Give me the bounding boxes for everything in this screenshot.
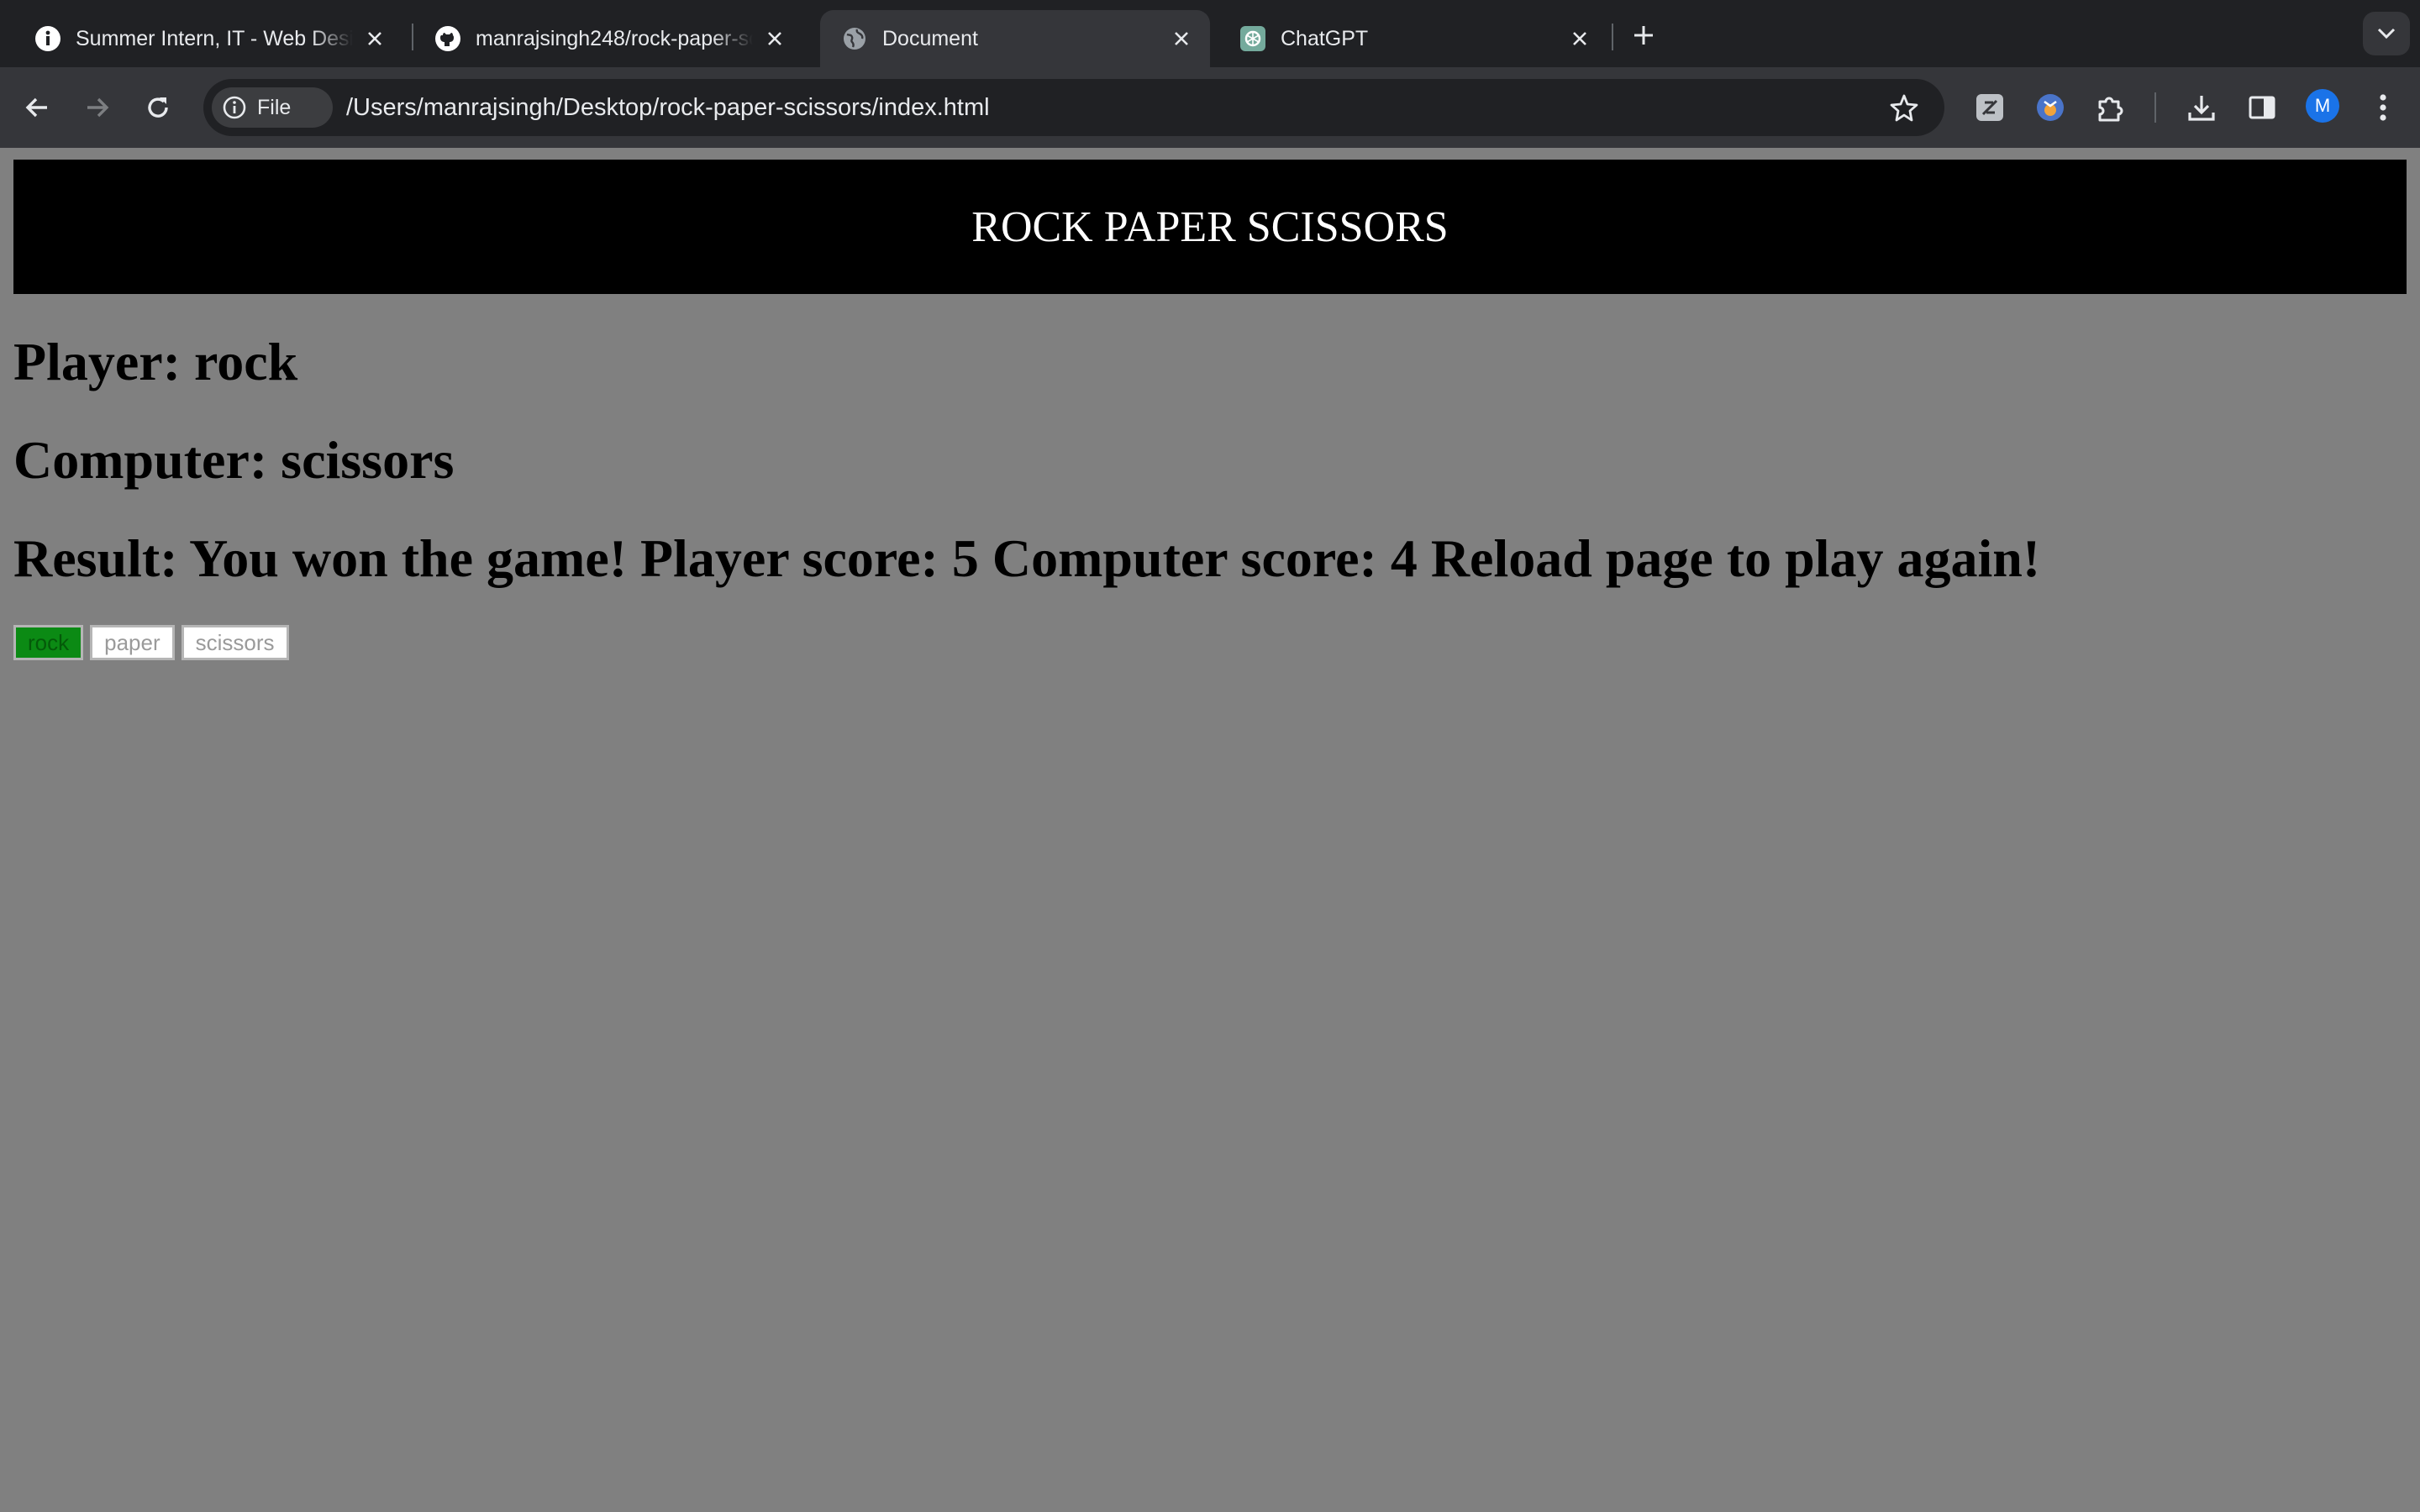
extensions-menu-button[interactable]	[2091, 87, 2131, 128]
plus-icon	[1634, 26, 1653, 45]
reload-icon	[148, 97, 168, 118]
close-tab-icon[interactable]	[1566, 25, 1593, 52]
extension-slash-icon	[1976, 94, 2003, 121]
url-text[interactable]: /Users/manrajsingh/Desktop/rock-paper-sc…	[346, 79, 990, 136]
arrow-left-icon	[25, 97, 47, 118]
tab-document[interactable]: Document	[820, 10, 1210, 67]
tab-search-button[interactable]	[2363, 12, 2410, 55]
choice-buttons: rock paper scissors	[13, 625, 289, 660]
close-tab-icon[interactable]	[761, 25, 788, 52]
close-tab-icon[interactable]	[361, 25, 388, 52]
puzzle-icon	[2098, 97, 2123, 122]
tab-github-repo[interactable]: manrajsingh248/rock-paper-scissors	[413, 10, 803, 67]
paper-button[interactable]: paper	[90, 625, 175, 660]
extension-button[interactable]	[1970, 87, 2010, 128]
computer-choice-text: Computer: scissors	[13, 430, 455, 490]
tab-chatgpt[interactable]: ChatGPT	[1218, 10, 1608, 67]
tab-strip: Summer Intern, IT - Web Design manrajsin…	[0, 0, 2420, 67]
github-icon	[434, 24, 462, 53]
star-icon	[1890, 94, 1918, 122]
close-tab-icon[interactable]	[1168, 25, 1195, 52]
browser-toolbar: File /Users/manrajsingh/Desktop/rock-pap…	[0, 67, 2420, 148]
chatgpt-icon	[1239, 24, 1267, 53]
site-info-chip[interactable]: File	[212, 87, 333, 128]
page-title: ROCK PAPER SCISSORS	[971, 202, 1449, 251]
info-outline-icon	[223, 96, 246, 119]
globe-icon	[840, 24, 869, 53]
back-button[interactable]	[15, 86, 59, 129]
browser-menu-button[interactable]	[2363, 87, 2403, 128]
side-panel-button[interactable]	[2242, 87, 2282, 128]
bookmark-button[interactable]	[1887, 91, 1921, 124]
arrow-right-icon	[87, 97, 109, 118]
address-bar[interactable]: File /Users/manrajsingh/Desktop/rock-pap…	[203, 79, 1944, 136]
tab-title: Document	[882, 26, 978, 50]
new-tab-button[interactable]	[1627, 18, 1660, 52]
extension-button[interactable]	[2030, 87, 2070, 128]
info-icon	[34, 24, 62, 53]
forward-button[interactable]	[76, 86, 119, 129]
tab-title: Summer Intern, IT - Web Design	[76, 26, 353, 50]
result-text: Result: You won the game! Player score: …	[13, 528, 2041, 588]
profile-avatar[interactable]: M	[2306, 89, 2339, 123]
download-icon	[2188, 96, 2215, 121]
site-info-label: File	[257, 95, 292, 119]
page-header: ROCK PAPER SCISSORS	[13, 160, 2407, 294]
kebab-menu-icon	[2380, 94, 2386, 121]
player-choice-text: Player: rock	[13, 332, 298, 391]
downloads-button[interactable]	[2181, 87, 2222, 128]
scissors-button[interactable]: scissors	[181, 625, 289, 660]
toolbar-separator	[2154, 92, 2156, 123]
reload-button[interactable]	[136, 86, 180, 129]
tab-title: ChatGPT	[1281, 26, 1369, 50]
side-panel-icon	[2249, 96, 2275, 119]
tab-title: manrajsingh248/rock-paper-scissors	[476, 26, 753, 50]
page-viewport: ROCK PAPER SCISSORS Player: rock Compute…	[0, 148, 2420, 1512]
chevron-down-icon	[2377, 28, 2396, 39]
extension-blue-icon	[2037, 94, 2064, 121]
tab-separator	[1612, 24, 1613, 50]
tab-summer-intern[interactable]: Summer Intern, IT - Web Design	[13, 10, 403, 67]
rock-button[interactable]: rock	[13, 625, 84, 660]
